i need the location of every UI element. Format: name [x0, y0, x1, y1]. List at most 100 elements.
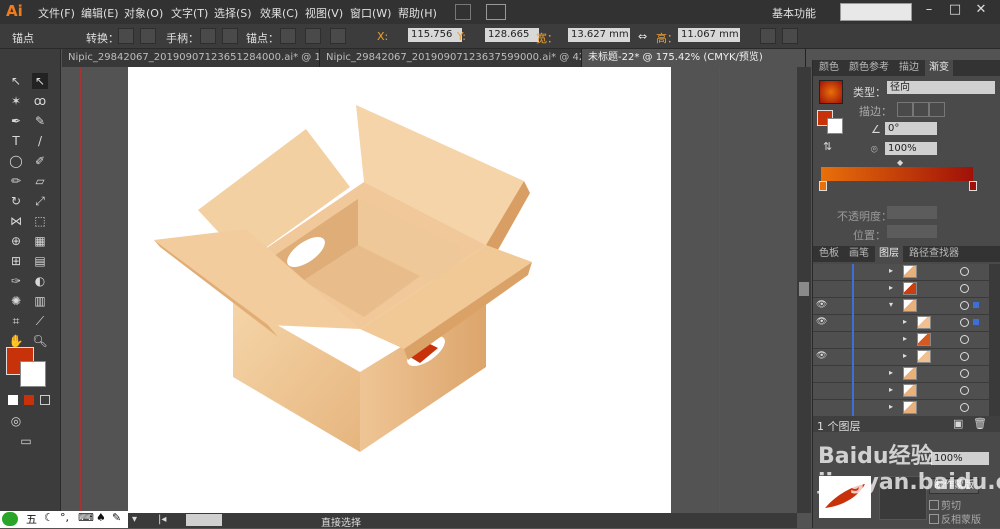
- target-circle-icon[interactable]: [960, 369, 969, 378]
- x-field[interactable]: 115.756: [408, 28, 462, 42]
- menu-file[interactable]: 文件(F): [38, 5, 75, 21]
- stroke-gradient-3-icon[interactable]: [929, 102, 945, 117]
- layer-row[interactable]: 👁︎ ▸: [813, 349, 989, 366]
- maximize-icon[interactable]: □: [946, 2, 964, 20]
- convert-corner-icon[interactable]: [118, 28, 134, 44]
- ime-logo-icon[interactable]: [2, 512, 18, 526]
- symbol-sprayer-icon[interactable]: ✺: [8, 293, 24, 309]
- visibility-eye-icon[interactable]: [816, 385, 830, 397]
- layers-scrollbar[interactable]: [989, 264, 1000, 416]
- expand-triangle-icon[interactable]: ▸: [889, 385, 893, 394]
- ime-punct-icon[interactable]: °,: [60, 511, 69, 524]
- hide-handles-icon[interactable]: [222, 28, 238, 44]
- selection-indicator[interactable]: [973, 319, 979, 325]
- stroke-swatch[interactable]: [20, 361, 46, 387]
- ellipse-tool-icon[interactable]: ◯: [8, 153, 24, 169]
- menu-window[interactable]: 窗口(W): [350, 5, 391, 21]
- expand-triangle-icon[interactable]: ▸: [889, 283, 893, 292]
- expand-triangle-icon[interactable]: ▸: [903, 334, 907, 343]
- zoom-menu-icon[interactable]: ▾: [132, 514, 137, 525]
- expand-triangle-icon[interactable]: ▸: [889, 402, 893, 411]
- artboard-tool-icon[interactable]: ⌗: [8, 313, 24, 329]
- layer-row[interactable]: 👁︎ ▾: [813, 298, 989, 315]
- menu-effect[interactable]: 效果(C): [260, 5, 298, 21]
- ime-skin-icon[interactable]: ♠: [96, 511, 106, 524]
- paintbrush-icon[interactable]: ✐: [32, 153, 48, 169]
- menu-type[interactable]: 文字(T): [171, 5, 208, 21]
- expand-triangle-icon[interactable]: ▸: [889, 368, 893, 377]
- new-layer-icon[interactable]: ▣: [953, 417, 963, 430]
- workspace-switcher[interactable]: 基本功能: [772, 5, 816, 21]
- minimize-icon[interactable]: –: [920, 2, 938, 20]
- visibility-eye-icon[interactable]: 👁︎: [816, 317, 830, 329]
- show-handles-icon[interactable]: [200, 28, 216, 44]
- type-tool-icon[interactable]: T: [8, 133, 24, 149]
- expand-triangle-icon[interactable]: ▸: [903, 351, 907, 360]
- tab-brushes[interactable]: 画笔: [845, 246, 873, 262]
- small-stroke-swatch[interactable]: [827, 118, 843, 134]
- eraser-icon[interactable]: ▱: [32, 173, 48, 189]
- aspect-ratio-field[interactable]: 100%: [885, 142, 937, 155]
- layer-row[interactable]: ▸: [813, 332, 989, 349]
- gradient-tool-icon[interactable]: ▤: [32, 253, 48, 269]
- target-circle-icon[interactable]: [960, 284, 969, 293]
- connect-anchor-icon[interactable]: [305, 28, 321, 44]
- layer-row[interactable]: ▸: [813, 383, 989, 400]
- tab-color-guide[interactable]: 颜色参考: [845, 60, 893, 76]
- tab-stroke[interactable]: 描边: [895, 60, 923, 76]
- visibility-eye-icon[interactable]: [816, 334, 830, 346]
- visibility-eye-icon[interactable]: [816, 368, 830, 380]
- ime-wubi-icon[interactable]: 五: [26, 511, 37, 527]
- cut-path-icon[interactable]: [330, 28, 346, 44]
- angle-field[interactable]: 0°: [885, 122, 937, 135]
- tab-swatches[interactable]: 色板: [815, 246, 843, 262]
- remove-anchor-icon[interactable]: [280, 28, 296, 44]
- perspective-grid-icon[interactable]: ▦: [32, 233, 48, 249]
- tab-document-3[interactable]: 未标题-22* @ 175.42% (CMYK/预览): [582, 49, 806, 67]
- layer-row[interactable]: ▸: [813, 366, 989, 383]
- tab-gradient[interactable]: 渐变: [925, 60, 953, 76]
- menu-help[interactable]: 帮助(H): [398, 5, 437, 21]
- draw-mode-icon[interactable]: ◎: [8, 413, 24, 429]
- opacity-field[interactable]: [887, 206, 937, 219]
- target-circle-icon[interactable]: [960, 352, 969, 361]
- gradient-slider[interactable]: [821, 167, 973, 181]
- layer-row[interactable]: ▸: [813, 400, 989, 417]
- tab-layers[interactable]: 图层: [875, 246, 903, 262]
- selection-indicator[interactable]: [973, 302, 979, 308]
- artboard[interactable]: [128, 67, 671, 513]
- first-artboard-icon[interactable]: |◂: [158, 514, 166, 525]
- align-icon[interactable]: [782, 28, 798, 44]
- invert-mask-checkbox[interactable]: [929, 514, 939, 524]
- arrange-documents-icon[interactable]: [486, 4, 506, 20]
- slice-tool-icon[interactable]: ⟋: [32, 313, 48, 329]
- ime-moon-icon[interactable]: ☾: [44, 511, 54, 524]
- visibility-eye-icon[interactable]: 👁︎: [816, 351, 830, 363]
- none-mode-icon[interactable]: [40, 395, 50, 405]
- gradient-stop-start[interactable]: [819, 181, 827, 191]
- menu-select[interactable]: 选择(S): [214, 5, 252, 21]
- pencil-icon[interactable]: ✏: [8, 173, 24, 189]
- isolate-icon[interactable]: [760, 28, 776, 44]
- menu-edit[interactable]: 编辑(E): [81, 5, 119, 21]
- magic-wand-icon[interactable]: ✶: [8, 93, 24, 109]
- shape-builder-icon[interactable]: ⊕: [8, 233, 24, 249]
- close-icon[interactable]: ✕: [972, 2, 990, 20]
- screen-mode-icon[interactable]: ▭: [18, 433, 34, 449]
- expand-triangle-icon[interactable]: ▸: [889, 266, 893, 275]
- visibility-eye-icon[interactable]: [816, 402, 830, 414]
- ime-settings-icon[interactable]: ✎: [112, 511, 121, 524]
- lasso-icon[interactable]: ꝏ: [32, 93, 48, 109]
- y-field[interactable]: 128.665: [485, 28, 539, 42]
- menu-view[interactable]: 视图(V): [305, 5, 343, 21]
- color-mode-icon[interactable]: [8, 395, 18, 405]
- stroke-gradient-1-icon[interactable]: [897, 102, 913, 117]
- gradient-type-select[interactable]: 径向: [887, 81, 995, 94]
- link-icon[interactable]: ⇔: [638, 30, 647, 43]
- tab-document-1[interactable]: Nipic_29842067_20190907123651284000.ai* …: [62, 49, 320, 67]
- tab-pathfinder[interactable]: 路径查找器: [905, 246, 963, 262]
- reverse-gradient-icon[interactable]: ⇅: [823, 140, 832, 153]
- layer-row[interactable]: ▸: [813, 264, 989, 281]
- selection-tool-icon[interactable]: ↖: [8, 73, 24, 89]
- zoom-tool-icon[interactable]: 🔍︎: [32, 333, 48, 349]
